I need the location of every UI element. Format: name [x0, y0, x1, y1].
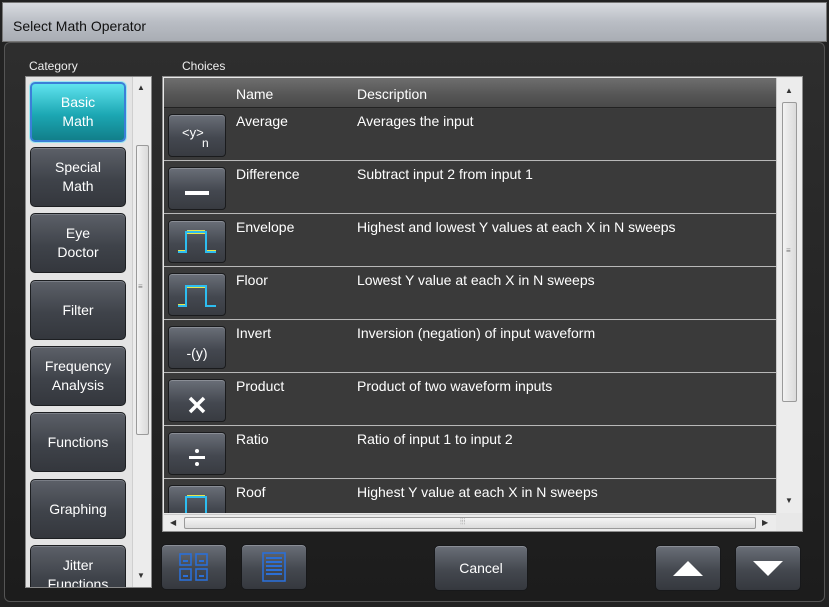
scroll-down-button[interactable] — [735, 545, 801, 591]
list-view-button[interactable] — [241, 544, 307, 590]
choices-vertical-scrollbar[interactable]: ▲ ≡ ▼ — [776, 78, 802, 513]
category-eye-doctor[interactable]: Eye Doctor — [30, 213, 126, 273]
floor-icon[interactable] — [168, 273, 226, 316]
list-view-icon — [262, 552, 286, 582]
scroll-down-arrow-icon[interactable]: ▼ — [785, 496, 793, 505]
choice-description: Subtract input 2 from input 1 — [357, 166, 533, 182]
down-arrow-icon — [753, 561, 783, 576]
up-arrow-icon — [673, 561, 703, 576]
envelope-icon[interactable] — [168, 220, 226, 263]
choices-hscroll-thumb[interactable] — [184, 517, 756, 529]
category-label-text: Eye Doctor — [57, 225, 99, 260]
window-title: Select Math Operator — [13, 18, 147, 34]
average-icon[interactable]: <y> n — [168, 114, 226, 157]
table-header: Name Description — [164, 78, 776, 108]
svg-text:<y>: <y> — [182, 125, 204, 140]
category-label-text: Basic Math — [60, 94, 96, 129]
choice-description: Lowest Y value at each X in N sweeps — [357, 272, 595, 288]
category-jitter-functions[interactable]: Jitter Functions — [30, 545, 126, 588]
category-functions[interactable]: Functions — [30, 412, 126, 472]
choice-description: Ratio of input 1 to input 2 — [357, 431, 513, 447]
category-panel: Basic Math Special Math Eye Doctor Filte… — [25, 76, 152, 588]
scroll-up-arrow-icon[interactable]: ▲ — [137, 83, 145, 92]
difference-icon[interactable] — [168, 167, 226, 210]
product-icon[interactable] — [168, 379, 226, 422]
choice-name: Floor — [236, 272, 268, 288]
roof-icon[interactable] — [168, 485, 226, 513]
choice-description: Highest and lowest Y values at each X in… — [357, 219, 676, 235]
cancel-button-label: Cancel — [459, 560, 503, 576]
choices-table-body: Name Description <y> n Average Averages … — [164, 78, 776, 513]
ratio-icon[interactable] — [168, 432, 226, 475]
category-special-math[interactable]: Special Math — [30, 147, 126, 207]
choice-description: Product of two waveform inputs — [357, 378, 553, 394]
table-row[interactable]: Difference Subtract input 2 from input 1 — [164, 162, 776, 214]
choice-name: Average — [236, 113, 288, 129]
category-label-text: Jitter Functions — [47, 557, 109, 588]
title-bar: Select Math Operator — [2, 2, 827, 42]
choice-name: Ratio — [236, 431, 269, 447]
table-row[interactable]: Roof Highest Y value at each X in N swee… — [164, 480, 776, 513]
category-filter[interactable]: Filter — [30, 280, 126, 340]
choice-name: Roof — [236, 484, 266, 500]
invert-icon[interactable]: -(y) — [168, 326, 226, 369]
table-row[interactable]: Ratio Ratio of input 1 to input 2 — [164, 427, 776, 479]
grip-icon: ≡ — [138, 282, 143, 291]
select-math-operator-dialog: Select Math Operator Category Choices Ba… — [0, 0, 829, 607]
scroll-down-arrow-icon[interactable]: ▼ — [137, 571, 145, 580]
choice-description: Inversion (negation) of input waveform — [357, 325, 596, 341]
choices-table: Name Description <y> n Average Averages … — [162, 76, 803, 532]
scroll-up-button[interactable] — [655, 545, 721, 591]
scroll-left-arrow-icon[interactable]: ◀ — [170, 518, 176, 527]
grid-view-button[interactable] — [161, 544, 227, 590]
choice-description: Highest Y value at each X in N sweeps — [357, 484, 598, 500]
svg-text:n: n — [202, 136, 209, 150]
grid-view-icon — [179, 553, 208, 581]
category-label-text: Special Math — [55, 159, 101, 194]
grip-icon: ≡ — [786, 246, 791, 255]
category-scrollbar[interactable]: ▲ ≡ ▼ — [132, 77, 151, 587]
invert-icon-text: -(y) — [186, 344, 208, 361]
table-row[interactable]: Floor Lowest Y value at each X in N swee… — [164, 268, 776, 320]
table-row[interactable]: Product Product of two waveform inputs — [164, 374, 776, 426]
table-row[interactable]: -(y) Invert Inversion (negation) of inpu… — [164, 321, 776, 373]
scroll-right-arrow-icon[interactable]: ▶ — [762, 518, 768, 527]
category-label-text: Frequency Analysis — [44, 358, 112, 393]
choices-horizontal-scrollbar[interactable]: ◀ ⦙⦙⦙ ▶ — [164, 514, 776, 531]
choice-name: Product — [236, 378, 285, 394]
choice-name: Invert — [236, 325, 272, 341]
category-label: Category — [29, 59, 78, 73]
category-frequency-analysis[interactable]: Frequency Analysis — [30, 346, 126, 406]
category-label-text: Graphing — [49, 500, 107, 517]
choices-label: Choices — [182, 59, 226, 73]
table-row[interactable]: <y> n Average Averages the input — [164, 109, 776, 161]
choice-name: Envelope — [236, 219, 295, 235]
table-row[interactable]: Envelope Highest and lowest Y values at … — [164, 215, 776, 267]
grip-icon: ⦙⦙⦙ — [460, 517, 466, 526]
category-label-text: Filter — [62, 301, 94, 318]
choice-name: Difference — [236, 166, 300, 182]
column-header-name[interactable]: Name — [236, 86, 273, 102]
category-label-text: Functions — [47, 433, 109, 450]
column-header-description[interactable]: Description — [357, 86, 427, 102]
category-basic-math[interactable]: Basic Math — [30, 82, 126, 142]
cancel-button[interactable]: Cancel — [434, 545, 528, 591]
choice-description: Averages the input — [357, 113, 474, 129]
category-graphing[interactable]: Graphing — [30, 479, 126, 539]
scroll-up-arrow-icon[interactable]: ▲ — [785, 86, 793, 95]
